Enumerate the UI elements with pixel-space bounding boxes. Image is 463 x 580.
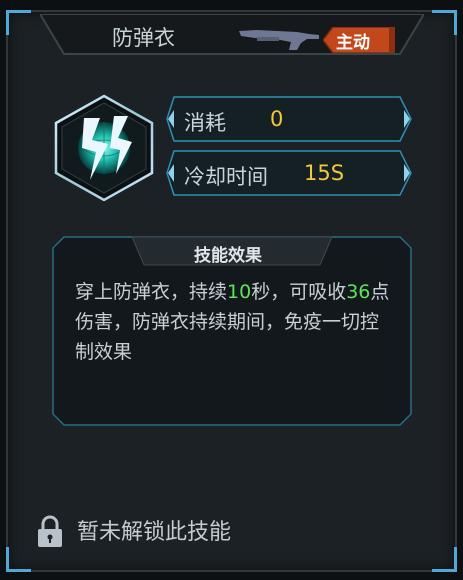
frame-corner-bottom-left <box>6 547 31 572</box>
effect-description: 穿上防弹衣，持续10秒，可吸收36点伤害，防弹衣持续期间，免疫一切控制效果 <box>75 277 395 367</box>
cost-label: 消耗 <box>184 111 226 135</box>
cooldown-label: 冷却时间 <box>184 165 268 189</box>
shotgun-icon <box>239 30 319 50</box>
effect-text-part2: 秒，可吸收 <box>251 281 347 303</box>
duration-value: 10 <box>227 281 252 303</box>
skill-type-badge: 主动 <box>336 33 370 53</box>
effect-text-part1: 穿上防弹衣，持续 <box>75 281 228 303</box>
shield-lightning-icon <box>54 94 154 202</box>
cooldown-value: 15S <box>304 161 345 185</box>
skill-name: 防弹衣 <box>112 26 175 50</box>
frame-corner-top-right <box>432 10 457 35</box>
locked-status-text: 暂未解锁此技能 <box>77 520 232 545</box>
lock-icon <box>38 515 62 547</box>
cost-value: 0 <box>270 107 284 131</box>
frame-corner-top-left <box>6 10 31 35</box>
frame-corner-bottom-right <box>432 547 457 572</box>
absorb-value: 36 <box>346 281 371 303</box>
effect-header: 技能效果 <box>194 246 262 266</box>
